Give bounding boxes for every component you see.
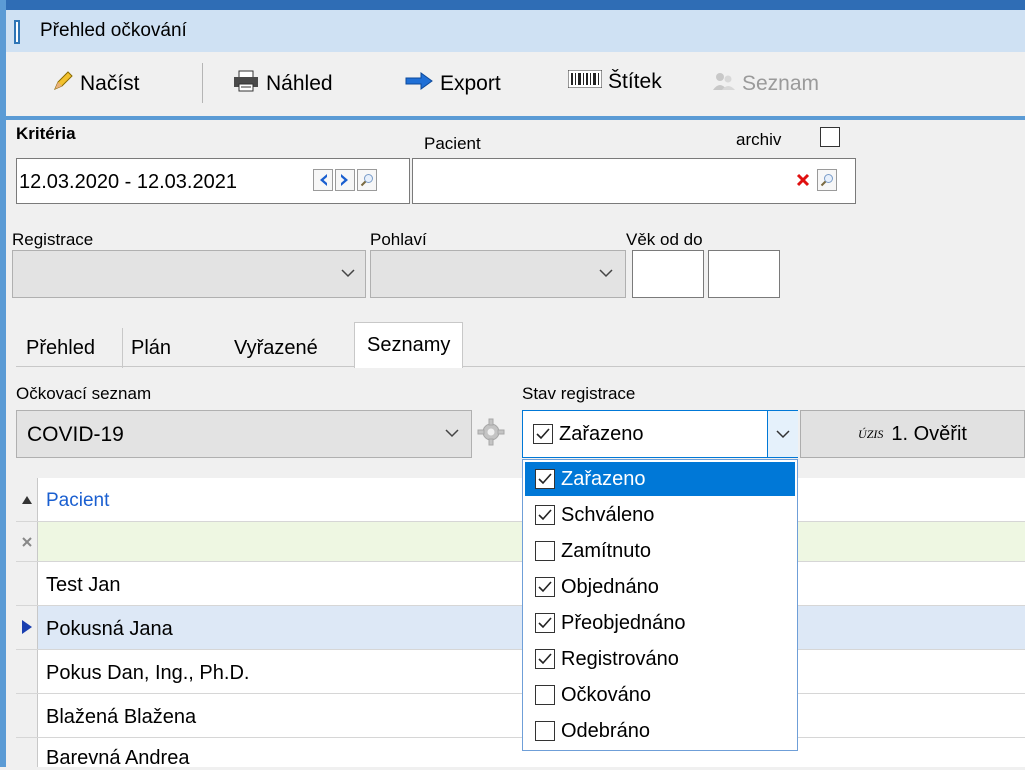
verify-label: 1. Ověřit [891, 422, 967, 445]
clear-patient-button[interactable] [793, 169, 813, 191]
chevron-down-icon [341, 265, 355, 283]
status-option-registrovano[interactable]: Registrováno [525, 642, 795, 676]
date-lookup-button[interactable] [357, 169, 377, 191]
column-header-patient[interactable]: Pacient [46, 490, 109, 512]
patient-name: Blažená Blažena [46, 706, 197, 728]
label-button[interactable]: Štítek [567, 69, 662, 94]
magnifier-icon [360, 174, 373, 187]
chevron-down-icon [445, 425, 459, 443]
window-icon [14, 20, 20, 44]
people-icon [712, 70, 736, 98]
status-checkbox [533, 424, 553, 444]
status-option-zarazeno[interactable]: Zařazeno [525, 462, 795, 496]
window-title: Přehled očkování [40, 20, 187, 41]
gender-select[interactable] [370, 250, 626, 298]
pencil-icon [52, 70, 74, 98]
status-option-ockovano[interactable]: Očkováno [525, 678, 795, 712]
verify-button[interactable]: ÚZIS 1. Ověřit [800, 410, 1025, 458]
current-row-indicator [16, 606, 38, 649]
status-checkbox[interactable] [535, 613, 555, 633]
tab-excluded[interactable]: Vyřazené [226, 328, 326, 368]
registration-status-value: Zařazeno [559, 423, 644, 445]
sort-ascending-icon [22, 496, 32, 504]
status-option-odebrano[interactable]: Odebráno [525, 714, 795, 748]
registration-status-select[interactable]: Zařazeno [522, 410, 798, 458]
list-settings-button[interactable] [474, 414, 508, 450]
registration-status-label: Stav registrace [522, 384, 636, 403]
magnifier-icon [820, 174, 833, 187]
criteria-heading: Kritéria [16, 124, 76, 143]
chevron-down-icon [599, 265, 613, 283]
status-option-schvaleno[interactable]: Schváleno [525, 498, 795, 532]
age-label: Věk od do [626, 230, 703, 249]
clear-filter-icon [22, 537, 32, 547]
status-checkbox[interactable] [535, 649, 555, 669]
registration-status-dropdown: Zařazeno Schváleno Zamítnuto Objednáno P… [522, 459, 798, 751]
status-checkbox[interactable] [535, 505, 555, 525]
status-checkbox[interactable] [535, 685, 555, 705]
chevron-left-icon [320, 174, 327, 186]
uzis-logo-icon: ÚZIS [858, 426, 884, 441]
archive-checkbox[interactable] [820, 127, 840, 147]
export-button[interactable]: Export [404, 70, 501, 98]
status-option-preobjednano[interactable]: Přeobjednáno [525, 606, 795, 640]
toolbar [6, 52, 1025, 116]
list-button[interactable]: Seznam [712, 70, 819, 98]
status-option-objednano[interactable]: Objednáno [525, 570, 795, 604]
age-to-field[interactable] [708, 250, 780, 298]
sort-indicator [16, 478, 38, 521]
table-row[interactable]: Barevná Andrea [16, 738, 1025, 769]
printer-icon [232, 70, 260, 98]
vaccination-list-label: Očkovací seznam [16, 384, 152, 403]
load-button[interactable]: Načíst [52, 70, 140, 98]
filter-row[interactable] [16, 522, 1025, 562]
date-range-value: 12.03.2020 - 12.03.2021 [19, 171, 237, 193]
date-range-field[interactable]: 12.03.2020 - 12.03.2021 [16, 158, 410, 204]
table-row[interactable]: Blažená Blažena [16, 694, 1025, 738]
chevron-down-icon [776, 430, 790, 439]
status-checkbox[interactable] [535, 721, 555, 741]
barcode-icon [567, 69, 603, 94]
registration-label: Registrace [12, 230, 94, 249]
registration-select[interactable] [12, 250, 366, 298]
age-from-field[interactable] [632, 250, 704, 298]
patient-name: Pokusná Jana [46, 618, 173, 640]
status-checkbox[interactable] [535, 577, 555, 597]
patient-lookup-button[interactable] [817, 169, 837, 191]
toolbar-separator [202, 63, 203, 103]
chevron-right-icon [341, 174, 348, 186]
toolbar-accent-line [6, 116, 1025, 120]
gear-icon [477, 418, 505, 446]
status-checkbox[interactable] [535, 469, 555, 489]
tab-lists[interactable]: Seznamy [354, 322, 464, 368]
patients-grid: Pacient Test Jan Pokusná Jana Pokus Dan,… [16, 478, 1025, 769]
previous-period-button[interactable] [313, 169, 333, 191]
vaccination-list-value: COVID-19 [27, 423, 124, 446]
archive-label: archiv [736, 130, 782, 149]
patient-label: Pacient [424, 134, 481, 153]
arrow-right-icon [404, 70, 434, 98]
close-icon [796, 173, 810, 187]
tab-overview[interactable]: Přehled [18, 328, 103, 368]
status-dropdown-button[interactable] [767, 411, 798, 457]
vaccination-list-select[interactable]: COVID-19 [16, 410, 472, 458]
table-row[interactable]: Pokus Dan, Ing., Ph.D. [16, 650, 1025, 694]
table-row-selected[interactable]: Pokusná Jana [16, 606, 1025, 650]
patient-name: Pokus Dan, Ing., Ph.D. [46, 662, 250, 684]
filter-indicator [16, 522, 38, 561]
window-top-border [0, 0, 1025, 10]
patient-field[interactable] [412, 158, 856, 204]
next-period-button[interactable] [335, 169, 355, 191]
tab-plan[interactable]: Plán [122, 328, 179, 368]
patient-name: Test Jan [46, 574, 121, 596]
table-row[interactable]: Test Jan [16, 562, 1025, 606]
status-checkbox[interactable] [535, 541, 555, 561]
preview-button[interactable]: Náhled [232, 70, 333, 98]
current-row-arrow-icon [22, 620, 32, 634]
status-option-zamitnuto[interactable]: Zamítnuto [525, 534, 795, 568]
grid-header: Pacient [16, 478, 1025, 522]
gender-label: Pohlaví [370, 230, 427, 249]
